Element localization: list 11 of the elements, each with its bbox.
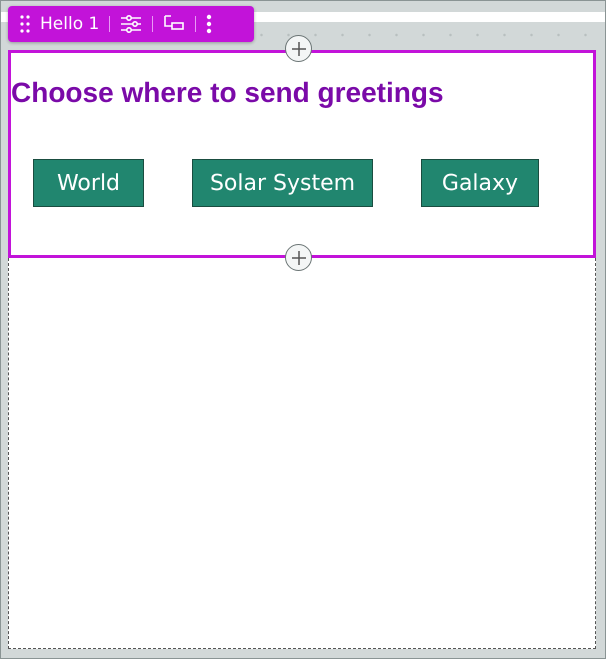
block-heading: Choose where to send greetings: [11, 77, 444, 109]
more-icon[interactable]: [206, 14, 212, 34]
block-label: Hello 1: [40, 14, 100, 34]
block-frame[interactable]: Choose where to send greetings World Solar System Galaxy: [8, 50, 596, 258]
greeting-button[interactable]: Solar System: [192, 159, 373, 207]
add-icon[interactable]: [285, 244, 312, 271]
settings-icon[interactable]: [120, 14, 142, 34]
add-icon[interactable]: [285, 35, 312, 62]
greeting-button[interactable]: Galaxy: [421, 159, 539, 207]
drag-handle-icon[interactable]: [20, 14, 30, 34]
greeting-button[interactable]: World: [33, 159, 144, 207]
